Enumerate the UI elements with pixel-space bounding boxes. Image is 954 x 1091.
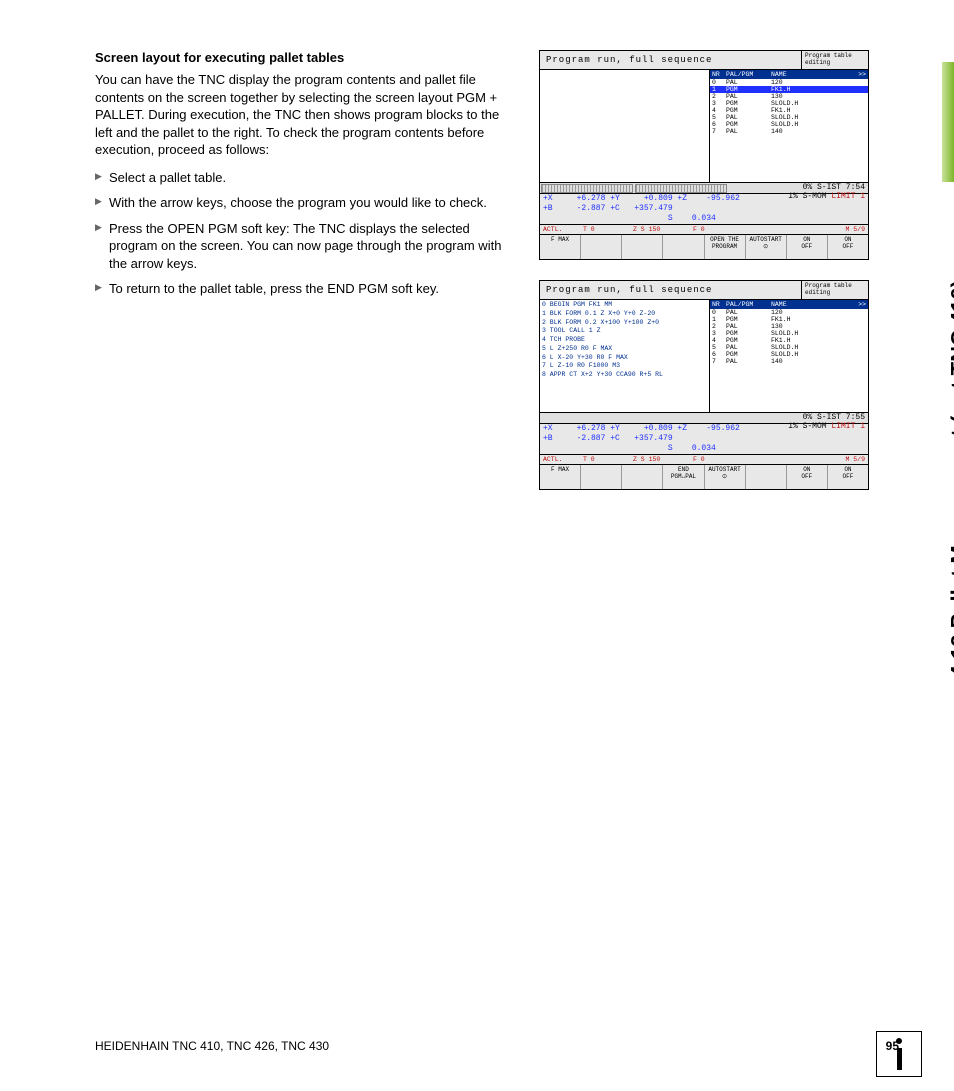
table-row[interactable]: 2PAL130	[710, 323, 868, 330]
softkey[interactable]	[581, 235, 622, 259]
actl-t: T 0	[583, 456, 633, 463]
softkey[interactable]	[622, 465, 663, 489]
list-item: Select a pallet table.	[95, 169, 515, 187]
softkey[interactable]	[663, 235, 704, 259]
softkey[interactable]	[581, 465, 622, 489]
actl-f: F 0	[693, 456, 753, 463]
table-row[interactable]: 6PGMSLOLD.H	[710, 121, 868, 128]
program-area-empty	[540, 70, 710, 182]
softkey[interactable]: ON OFF	[787, 235, 828, 259]
table-row[interactable]: 3PGMSLOLD.H	[710, 100, 868, 107]
section-paragraph: You can have the TNC display the program…	[95, 71, 515, 159]
actl-t: T 0	[583, 226, 633, 233]
softkey[interactable]: F MAX	[540, 465, 581, 489]
actl-m: M 5/9	[753, 456, 865, 463]
list-item: With the arrow keys, choose the program …	[95, 194, 515, 212]
screen-mode: Program table editing	[801, 281, 868, 299]
program-line: 6 L X-20 Y+30 R0 F MAX	[542, 354, 707, 363]
program-listing: 0 BEGIN PGM FK1 MM1 BLK FORM 0.1 Z X+0 Y…	[540, 300, 710, 412]
actl-z: Z S 150	[633, 226, 693, 233]
softkey[interactable]: ON OFF	[828, 235, 868, 259]
actl-f: F 0	[693, 226, 753, 233]
col-more: >>	[852, 71, 866, 78]
col-name: NAME	[771, 71, 852, 78]
scroll-indicator: 0% S-IST 7:55 1% S-MOM LIMIT 1	[540, 412, 868, 423]
table-row[interactable]: 7PAL140	[710, 128, 868, 135]
softkey-row: F MAXOPEN THE PROGRAMAUTOSTART ⊙ON OFFON…	[540, 234, 868, 259]
actl-label: ACTL.	[543, 456, 583, 463]
softkey[interactable]: AUTOSTART ⊙	[746, 235, 787, 259]
col-name: NAME	[771, 301, 852, 308]
program-line: 2 BLK FORM 0.2 X+100 Y+100 Z+0	[542, 319, 707, 328]
table-row[interactable]: 6PGMSLOLD.H	[710, 351, 868, 358]
status-smom: 1% S-MOM	[788, 192, 826, 201]
softkey[interactable]: AUTOSTART ⊙	[705, 465, 746, 489]
list-item: Press the OPEN PGM soft key: The TNC dis…	[95, 220, 515, 273]
screen-mode: Program table editing	[801, 51, 868, 69]
softkey[interactable]	[746, 465, 787, 489]
coord-line-3: S 0.034	[543, 444, 865, 454]
section-heading: Screen layout for executing pallet table…	[95, 50, 515, 65]
program-line: 1 BLK FORM 0.1 Z X+0 Y+0 Z-20	[542, 310, 707, 319]
actl-z: Z S 150	[633, 456, 693, 463]
softkey[interactable]: ON OFF	[787, 465, 828, 489]
table-row[interactable]: 5PALSLOLD.H	[710, 114, 868, 121]
tnc-screenshot-2: Program run, full sequence Program table…	[539, 280, 869, 490]
list-item: To return to the pallet table, press the…	[95, 280, 515, 298]
coord-line-2: +B -2.887 +C +357.479	[543, 204, 865, 214]
pallet-table: NR PAL/PGM NAME >> 0PAL1201PGMFK1.H2PAL1…	[710, 300, 868, 412]
sidebar-section-title: 4.12 Pallet Management (not TNC 410)	[946, 280, 954, 677]
col-nr: NR	[712, 71, 726, 78]
status-limit: LIMIT 1	[831, 422, 865, 431]
status-sist: 0% S-IST 7:55	[803, 413, 865, 422]
softkey[interactable]: OPEN THE PROGRAM	[705, 235, 746, 259]
table-row[interactable]: 1PGMFK1.H	[710, 316, 868, 323]
actl-label: ACTL.	[543, 226, 583, 233]
col-more: >>	[852, 301, 866, 308]
scroll-indicator: 0% S-IST 7:54 1% S-MOM LIMIT 1	[540, 182, 868, 193]
status-sist: 0% S-IST 7:54	[803, 183, 865, 192]
program-line: 4 TCH PROBE	[542, 336, 707, 345]
col-nr: NR	[712, 301, 726, 308]
table-row[interactable]: 2PAL130	[710, 93, 868, 100]
table-row[interactable]: 0PAL120	[710, 79, 868, 86]
table-row[interactable]: 3PGMSLOLD.H	[710, 330, 868, 337]
status-smom: 1% S-MOM	[788, 422, 826, 431]
softkey[interactable]	[622, 235, 663, 259]
softkey[interactable]: END PGM↔PAL	[663, 465, 704, 489]
table-row[interactable]: 5PALSLOLD.H	[710, 344, 868, 351]
program-line: 3 TOOL CALL 1 Z	[542, 327, 707, 336]
softkey[interactable]: F MAX	[540, 235, 581, 259]
table-row[interactable]: 4PGMFK1.H	[710, 337, 868, 344]
pallet-table: NR PAL/PGM NAME >> 0PAL1201PGMFK1.H2PAL1…	[710, 70, 868, 182]
program-line: 0 BEGIN PGM FK1 MM	[542, 301, 707, 310]
softkey[interactable]: ON OFF	[828, 465, 868, 489]
coord-line-3: S 0.034	[543, 214, 865, 224]
actl-m: M 5/9	[753, 226, 865, 233]
table-row[interactable]: 4PGMFK1.H	[710, 107, 868, 114]
status-limit: LIMIT 1	[831, 192, 865, 201]
program-line: 7 L Z-10 R0 F1000 M3	[542, 362, 707, 371]
instruction-list: Select a pallet table. With the arrow ke…	[95, 169, 515, 298]
screen-title: Program run, full sequence	[540, 51, 801, 69]
softkey-row: F MAX END PGM↔PALAUTOSTART ⊙ ON OFFON OFF	[540, 464, 868, 489]
program-line: 8 APPR CT X+2 Y+30 CCA90 R+5 RL	[542, 371, 707, 380]
col-palpgm: PAL/PGM	[726, 71, 771, 78]
table-row[interactable]: 7PAL140	[710, 358, 868, 365]
section-color-tab	[942, 62, 954, 182]
info-icon	[876, 1031, 922, 1077]
col-palpgm: PAL/PGM	[726, 301, 771, 308]
footer-product: HEIDENHAIN TNC 410, TNC 426, TNC 430	[95, 1039, 329, 1053]
table-row[interactable]: 1PGMFK1.H	[710, 86, 868, 93]
tnc-screenshot-1: Program run, full sequence Program table…	[539, 50, 869, 260]
screen-title: Program run, full sequence	[540, 281, 801, 299]
table-row[interactable]: 0PAL120	[710, 309, 868, 316]
coord-line-2: +B -2.887 +C +357.479	[543, 434, 865, 444]
program-line: 5 L Z+250 R0 F MAX	[542, 345, 707, 354]
